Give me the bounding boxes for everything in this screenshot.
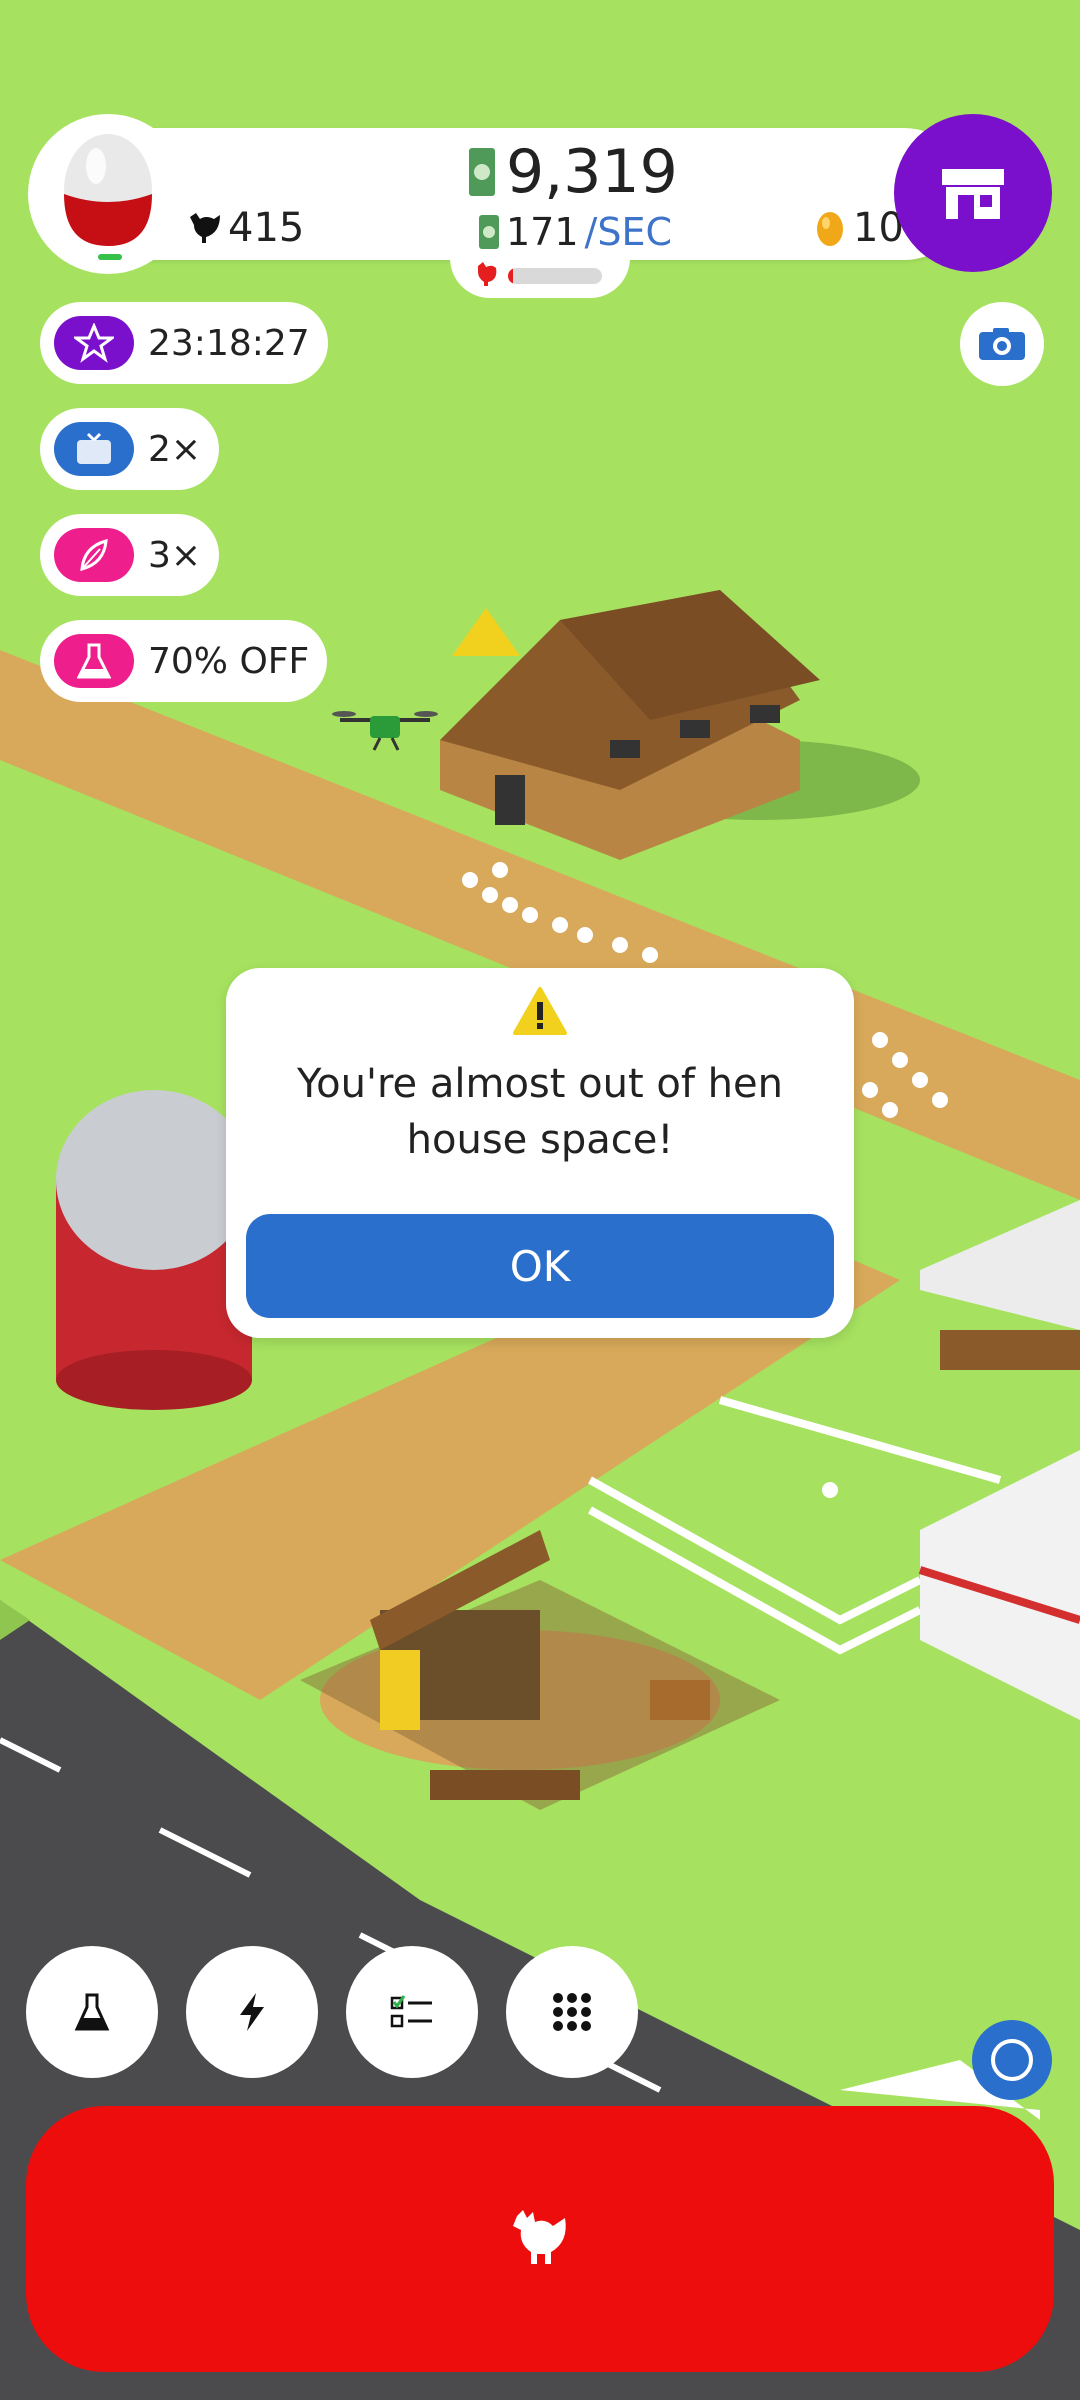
cash-display: 9,319	[468, 137, 678, 207]
boost-pill-text: 3×	[148, 534, 202, 576]
menu-button[interactable]	[506, 1946, 638, 2078]
research-flask-icon	[74, 1993, 110, 2031]
chicken-icon	[513, 2210, 566, 2264]
boost-lightning-icon	[240, 1993, 264, 2031]
chicken-count: 415	[186, 205, 304, 251]
focus-button[interactable]	[972, 2020, 1052, 2100]
dialog-message: You're almost out of hen house space!	[297, 1061, 783, 1163]
boost-pill-text: 70% OFF	[148, 640, 310, 682]
camera-icon	[979, 328, 1025, 360]
ok-button[interactable]: OK	[246, 1214, 834, 1318]
chicken-count-value: 415	[228, 205, 305, 251]
hen-house-warning-dialog: You're almost out of hen house space! OK	[226, 968, 854, 1338]
circle-target-icon	[991, 2039, 1033, 2081]
feather-icon	[54, 528, 134, 582]
boost-pill-text: 23:18:27	[148, 322, 310, 364]
boost-button[interactable]	[186, 1946, 318, 2078]
cash-amount: 9,319	[506, 137, 678, 207]
warning-icon	[513, 987, 567, 1035]
cash-rate-icon	[479, 215, 499, 249]
hen-house-capacity-bar	[508, 268, 602, 284]
missions-checklist-icon	[390, 1995, 432, 2028]
chicken-silhouette-icon	[190, 213, 220, 243]
boost-pill-research-discount[interactable]: 70% OFF	[40, 620, 328, 702]
camera-button[interactable]	[960, 302, 1044, 386]
cash-rate: 171/SEC	[478, 210, 672, 254]
flask-icon	[54, 634, 134, 688]
egg-icon	[64, 134, 152, 260]
cash-rate-unit: /SEC	[584, 210, 672, 254]
golden-eggs: 10	[815, 205, 904, 251]
drone-icon	[332, 711, 438, 751]
golden-egg-icon	[817, 212, 843, 246]
cash-rate-value: 171	[506, 210, 579, 254]
boost-pill-feather[interactable]: 3×	[40, 514, 220, 596]
shop-button[interactable]	[894, 114, 1052, 272]
hatch-chicken-button[interactable]	[26, 2106, 1054, 2372]
hen-house-chicken-icon	[478, 262, 497, 286]
egg-upgrade-button[interactable]	[28, 114, 188, 274]
missions-button[interactable]	[346, 1946, 478, 2078]
silo	[56, 1090, 252, 1410]
menu-grid-icon	[553, 1993, 591, 2031]
cash-icon	[469, 148, 495, 196]
boost-pill-text: 2×	[148, 428, 202, 470]
boost-pill-event-timer[interactable]: 23:18:27	[40, 302, 328, 384]
star-icon	[54, 316, 134, 370]
boost-pill-video[interactable]: 2×	[40, 408, 220, 490]
research-button[interactable]	[26, 1946, 158, 2078]
tv-icon	[54, 422, 134, 476]
shop-icon	[942, 169, 1004, 219]
